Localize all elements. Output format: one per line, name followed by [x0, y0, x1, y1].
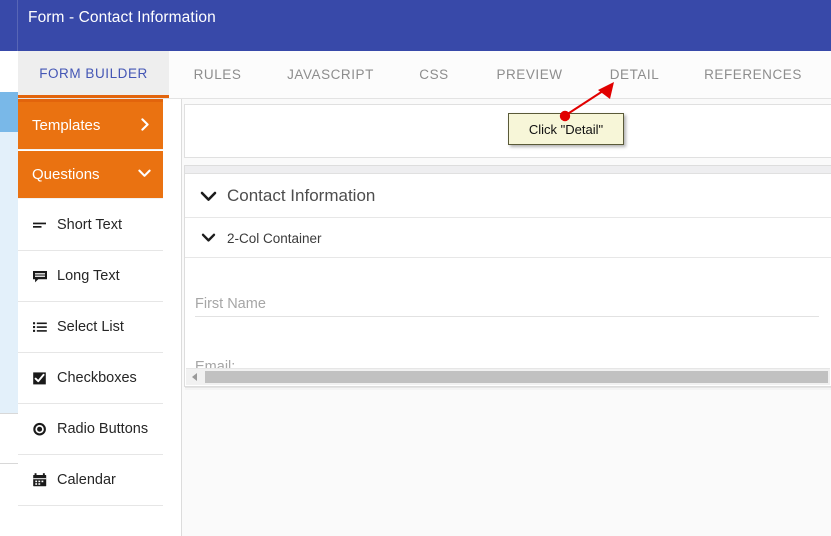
form-section-label: Contact Information [227, 186, 376, 205]
form-builder-app: Form - Contact Information FORM BUILDER … [0, 0, 831, 536]
tab-references[interactable]: REFERENCES [688, 51, 818, 98]
tab-detail[interactable]: DETAIL [594, 51, 675, 98]
palette-item-calendar[interactable]: Calendar [18, 455, 163, 506]
palette-group-templates[interactable]: Templates [18, 102, 163, 150]
tab-form-builder[interactable]: FORM BUILDER [18, 51, 169, 98]
rail-divider [0, 413, 18, 414]
form-field-first-name[interactable]: First Name [195, 260, 831, 322]
app-header: Form - Contact Information [0, 0, 831, 51]
tab-bar: FORM BUILDER RULES JAVASCRIPT CSS PREVIE… [0, 51, 831, 99]
rail-selected-marker [0, 92, 18, 132]
form-workspace: Contact Information 2-Col Container Firs… [182, 99, 831, 536]
page-title: Form - Contact Information [28, 9, 216, 26]
tab-label: FORM BUILDER [39, 65, 148, 81]
rail-highlight-region [0, 132, 18, 413]
header-seam [17, 0, 18, 51]
tab-label: DETAIL [609, 67, 660, 82]
palette-group-label: Templates [32, 117, 101, 134]
palette-group-label: Questions [32, 166, 100, 183]
scroll-left-arrow-icon[interactable] [186, 369, 203, 385]
rail-divider [0, 463, 18, 464]
tab-label: REFERENCES [704, 67, 802, 82]
tab-preview[interactable]: PREVIEW [478, 51, 581, 98]
tab-label: PREVIEW [496, 67, 563, 82]
palette-item-checkboxes[interactable]: Checkboxes [18, 353, 163, 404]
form-horizontal-scrollbar[interactable] [186, 368, 830, 385]
checkbox-icon [32, 370, 48, 386]
form-section-label: 2-Col Container [227, 230, 322, 246]
select-list-icon [32, 319, 48, 335]
form-canvas: Contact Information 2-Col Container Firs… [184, 165, 831, 390]
palette-item-label: Checkboxes [57, 370, 137, 386]
palette-item-label: Select List [57, 319, 124, 335]
canvas-top-strip [185, 166, 831, 174]
field-underline [195, 316, 819, 317]
chevron-down-icon[interactable] [199, 229, 217, 247]
component-palette-sidebar: Templates Questions Short Text Long Text… [18, 99, 182, 536]
calendar-icon [32, 472, 48, 488]
tab-label: RULES [193, 67, 242, 82]
field-placeholder-label: First Name [195, 296, 266, 312]
tab-label: CSS [419, 67, 449, 82]
palette-group-questions[interactable]: Questions [18, 151, 163, 199]
long-text-icon [32, 268, 48, 284]
left-rail [0, 51, 18, 536]
palette-item-label: Long Text [57, 268, 120, 284]
form-section-contact-information[interactable]: Contact Information [185, 175, 831, 218]
tab-rules[interactable]: RULES [178, 51, 257, 98]
palette-item-label: Short Text [57, 217, 123, 233]
chevron-right-icon [140, 118, 151, 133]
tab-javascript[interactable]: JAVASCRIPT [268, 51, 393, 98]
scrollbar-thumb[interactable] [205, 371, 828, 383]
form-section-2-col-container[interactable]: 2-Col Container [185, 219, 831, 258]
tab-label: JAVASCRIPT [287, 67, 374, 82]
palette-item-long-text[interactable]: Long Text [18, 251, 163, 302]
palette-item-short-text[interactable]: Short Text [18, 200, 163, 251]
short-text-icon [32, 217, 48, 233]
canvas-bottom-edge [185, 387, 831, 390]
callout-text: Click "Detail" [528, 121, 604, 137]
radio-button-icon [32, 421, 48, 437]
instruction-callout: Click "Detail" [508, 113, 624, 145]
palette-item-label: Calendar [57, 472, 116, 488]
palette-item-radio-buttons[interactable]: Radio Buttons [18, 404, 163, 455]
palette-item-label: Radio Buttons [57, 421, 149, 437]
palette-item-select-list[interactable]: Select List [18, 302, 163, 353]
tab-css[interactable]: CSS [404, 51, 464, 98]
chevron-down-icon[interactable] [199, 187, 217, 205]
chevron-down-icon [138, 168, 151, 181]
